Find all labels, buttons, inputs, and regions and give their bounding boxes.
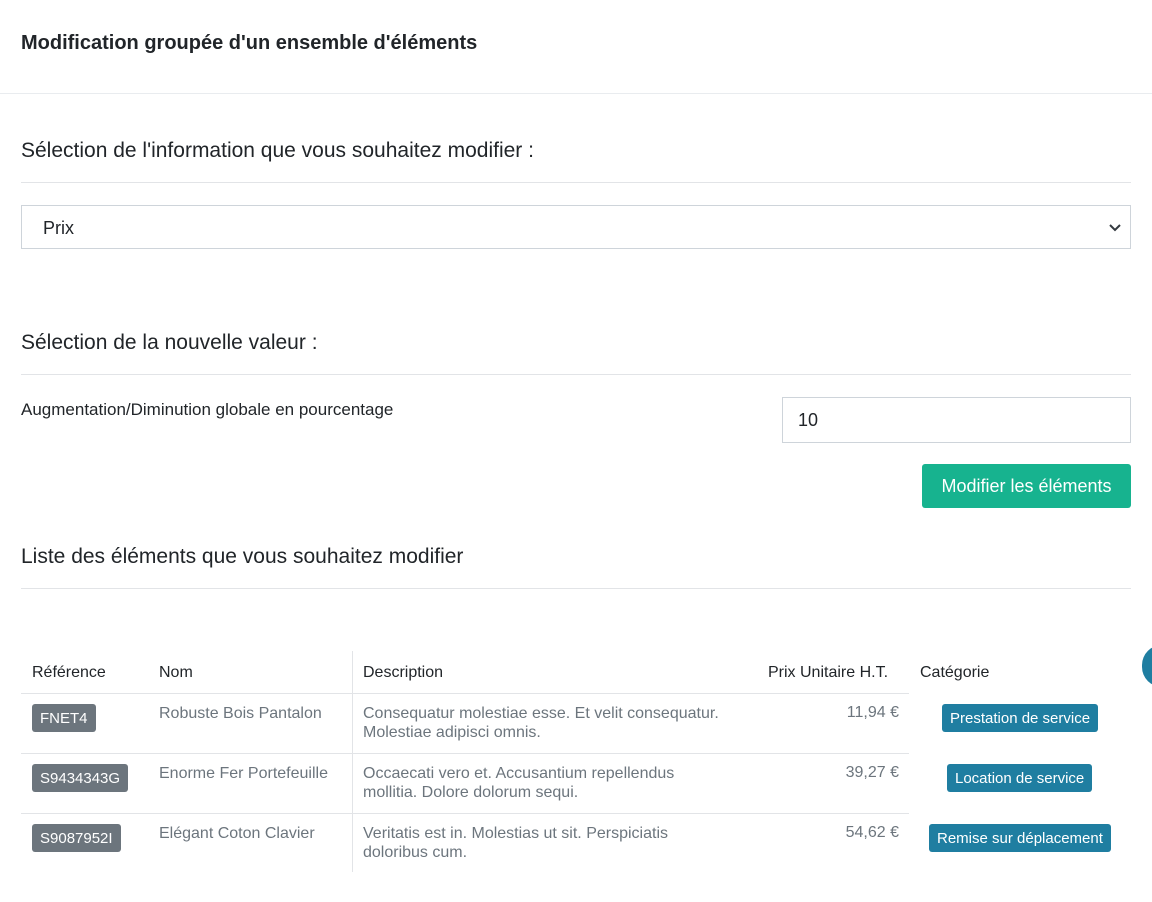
description-cell-line2: mollitia. Dolore dolorum sequi.	[363, 784, 579, 801]
modal-header: Modification groupée d'un ensemble d'élé…	[0, 0, 1152, 94]
description-cell-line1: Consequatur molestiae esse. Et velit con…	[363, 705, 719, 722]
column-header-category: Catégorie	[920, 664, 990, 681]
category-badge: Location de service	[947, 764, 1093, 792]
reference-badge: FNET4	[32, 704, 96, 732]
column-header-name: Nom	[159, 664, 193, 681]
price-cell: 11,94 €	[846, 704, 899, 721]
name-cell: Robuste Bois Pantalon	[159, 705, 322, 722]
reference-badge: S9087952I	[32, 824, 121, 852]
category-badge: Remise sur déplacement	[929, 824, 1111, 852]
column-header-price: Prix Unitaire H.T.	[768, 664, 889, 681]
modify-elements-button[interactable]: Modifier les éléments	[922, 464, 1131, 508]
column-header-description: Description	[363, 664, 444, 681]
divider	[21, 374, 1131, 375]
description-cell-line1: Veritatis est in. Molestias ut sit. Pers…	[363, 825, 668, 842]
table-row: FNET4 Robuste Bois Pantalon Consequatur …	[21, 693, 1099, 753]
reference-badge: S9434343G	[32, 764, 129, 792]
name-cell: Enorme Fer Portefeuille	[159, 765, 328, 782]
description-cell-line1: Occaecati vero et. Accusantium repellend…	[363, 765, 675, 782]
category-badge: Prestation de service	[942, 704, 1099, 732]
information-select-value: Prix	[43, 218, 74, 238]
price-cell: 39,27 €	[845, 764, 899, 781]
percent-field-label: Augmentation/Diminution globale en pourc…	[21, 400, 394, 419]
percent-input[interactable]: 10	[782, 397, 1131, 443]
divider	[21, 588, 1131, 589]
description-cell-line2: Molestiae adipisci omnis.	[363, 724, 541, 741]
description-cell-line2: doloribus cum.	[363, 844, 468, 861]
section-title-new-value: Sélection de la nouvelle valeur :	[21, 331, 318, 354]
side-panel-tab[interactable]	[1142, 645, 1152, 687]
column-header-reference: Référence	[32, 664, 106, 681]
chevron-down-icon	[1109, 224, 1121, 232]
section-title-information: Sélection de l'information que vous souh…	[21, 139, 534, 162]
section-title-element-list: Liste des éléments que vous souhaitez mo…	[21, 545, 464, 568]
divider	[21, 182, 1131, 183]
percent-input-value: 10	[798, 410, 819, 430]
table-row: S9434343G Enorme Fer Portefeuille Occaec…	[21, 753, 1093, 813]
name-cell: Elégant Coton Clavier	[159, 825, 315, 842]
price-cell: 54,62 €	[845, 824, 899, 841]
table-row: S9087952I Elégant Coton Clavier Veritati…	[21, 813, 1111, 873]
information-select[interactable]: Prix	[21, 205, 1131, 249]
modal-title: Modification groupée d'un ensemble d'élé…	[21, 32, 478, 54]
